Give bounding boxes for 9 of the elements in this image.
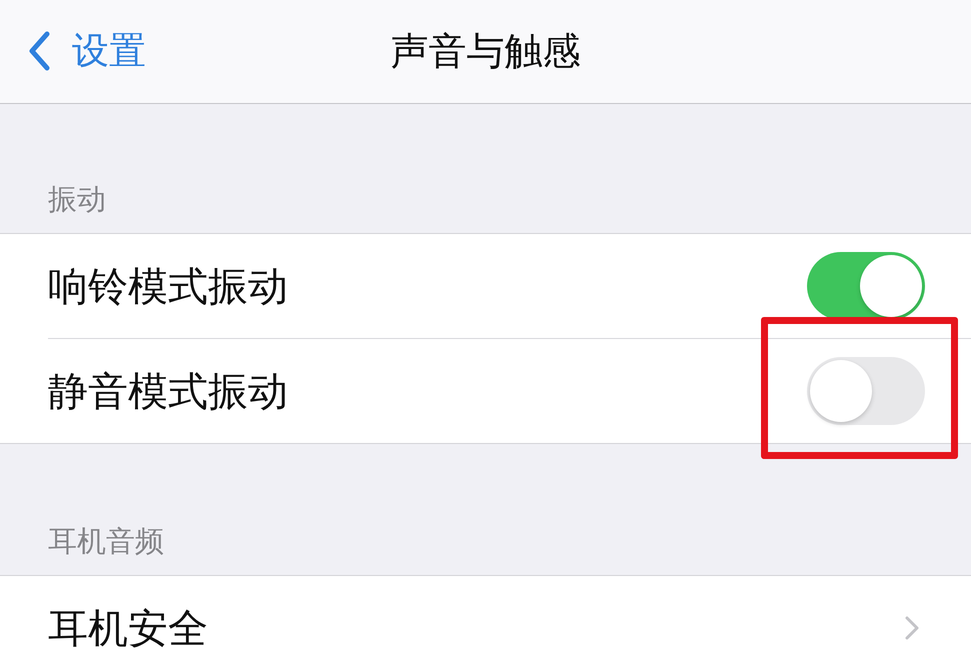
section-header: 耳机音频 [48,524,164,559]
screen-title: 声音与触感 [390,28,580,75]
setting-label: 响铃模式振动 [48,262,288,312]
chevron-right-icon [905,616,919,640]
section-header: 振动 [48,182,106,217]
back-button[interactable]: 设置 [28,26,146,76]
setting-label: 静音模式振动 [48,368,288,416]
setting-label: 耳机安全 [48,604,208,654]
chevron-left-icon [28,31,50,71]
